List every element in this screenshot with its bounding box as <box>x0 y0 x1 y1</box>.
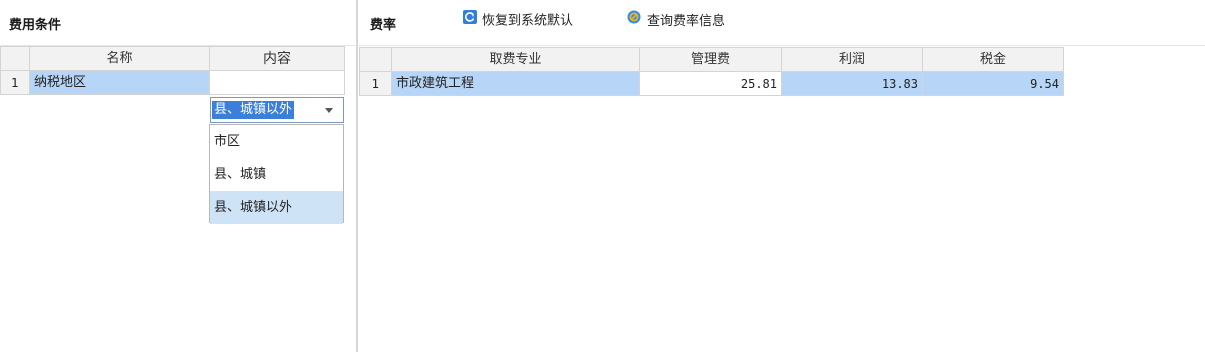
restore-default-button[interactable]: 恢复到系统默认 <box>463 10 573 32</box>
cell-content-placeholder[interactable] <box>209 70 345 95</box>
panel-splitter[interactable] <box>356 0 358 352</box>
fee-conditions-table: 名称 内容 1 纳税地区 <box>0 46 345 95</box>
dropdown-option-urban[interactable]: 市区 <box>210 125 343 158</box>
corner-cell <box>359 47 392 72</box>
column-header-content[interactable]: 内容 <box>209 46 345 71</box>
row-number: 1 <box>359 71 392 96</box>
table-row[interactable]: 1 纳税地区 <box>0 70 345 95</box>
tax-region-dropdown-list: 市区 县、城镇 县、城镇以外 <box>209 124 344 224</box>
row-number: 1 <box>0 70 30 95</box>
fee-rate-panel: 费率 恢复到系统默认 查询费率信息 取费专业 管理费 利润 税金 1 市政建筑工… <box>359 0 1205 352</box>
column-header-specialty[interactable]: 取费专业 <box>391 47 640 72</box>
dropdown-option-county-town[interactable]: 县、城镇 <box>210 158 343 191</box>
fee-rate-title: 费率 <box>370 18 397 33</box>
query-rate-info-button[interactable]: 查询费率信息 <box>627 10 725 32</box>
tax-region-combobox[interactable]: 县、城镇以外 <box>210 97 344 123</box>
chevron-down-icon[interactable] <box>325 108 333 113</box>
restore-default-label: 恢复到系统默认 <box>482 13 574 29</box>
fee-conditions-title: 费用条件 <box>9 18 62 33</box>
fee-conditions-panel: 费用条件 名称 内容 1 纳税地区 县、城镇以外 市区 县、城镇 县、城镇以外 <box>0 0 355 352</box>
cell-profit[interactable]: 13.83 <box>781 71 923 96</box>
query-icon <box>627 10 642 33</box>
combobox-selected-text: 县、城镇以外 <box>212 101 295 119</box>
column-header-profit[interactable]: 利润 <box>781 47 923 72</box>
cell-management-fee[interactable]: 25.81 <box>639 71 782 96</box>
restore-icon <box>463 10 477 32</box>
corner-cell <box>0 46 30 71</box>
query-rate-info-label: 查询费率信息 <box>647 14 726 29</box>
right-header-divider <box>359 45 1205 46</box>
fee-rate-table: 取费专业 管理费 利润 税金 1 市政建筑工程 25.81 13.83 9.54 <box>359 47 1064 96</box>
dropdown-option-outside-county-town[interactable]: 县、城镇以外 <box>210 191 343 224</box>
cell-tax-region-name[interactable]: 纳税地区 <box>29 70 210 95</box>
column-header-management-fee[interactable]: 管理费 <box>639 47 782 72</box>
cell-tax[interactable]: 9.54 <box>922 71 1064 96</box>
cell-specialty[interactable]: 市政建筑工程 <box>391 71 640 96</box>
table-row[interactable]: 1 市政建筑工程 25.81 13.83 9.54 <box>359 71 1064 96</box>
column-header-name[interactable]: 名称 <box>29 46 210 71</box>
column-header-tax[interactable]: 税金 <box>922 47 1064 72</box>
